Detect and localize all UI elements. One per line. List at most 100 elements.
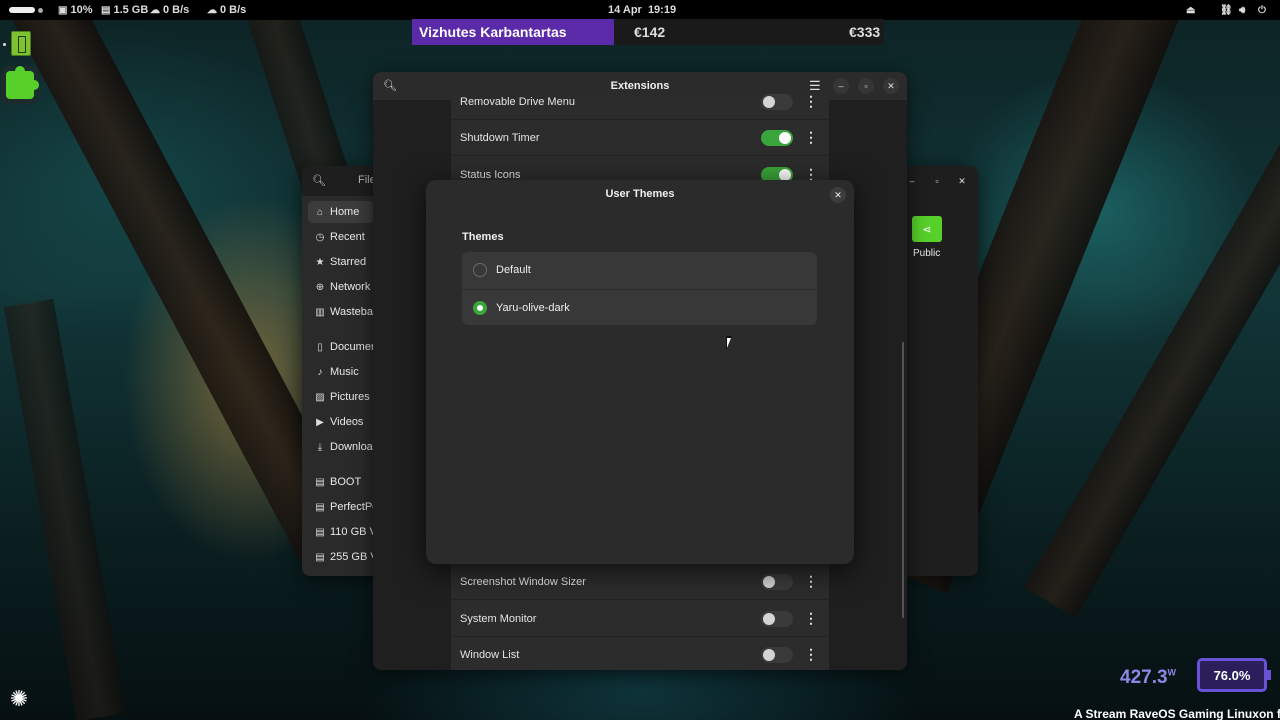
clock[interactable]: 14 Apr 19:19: [608, 0, 676, 20]
clock-icon: ◷: [315, 231, 325, 243]
extensions-app-icon[interactable]: [1, 66, 39, 104]
puzzle-icon: [6, 66, 39, 99]
download-cloud-icon: ☁: [150, 4, 160, 16]
extension-toggle[interactable]: [761, 647, 793, 663]
sidebar-item-label: Recent: [330, 231, 365, 243]
sidebar-item-downloads[interactable]: ⤓ Downloa: [308, 436, 374, 458]
minimize-button[interactable]: –: [833, 78, 849, 94]
sidebar-item-label: 255 GB V: [330, 551, 374, 563]
sidebar-item-music[interactable]: ♪ Music: [308, 361, 374, 383]
extensions-list-bottom: Screenshot Window Sizer ⋮ System Monitor…: [451, 564, 829, 670]
more-options-icon[interactable]: ⋮: [804, 130, 818, 146]
extension-toggle[interactable]: [761, 94, 793, 110]
sidebar-item-recent[interactable]: ◷ Recent: [308, 226, 374, 248]
theme-option-default[interactable]: Default: [462, 252, 817, 288]
dialog-title: User Themes: [605, 188, 675, 200]
cpu-value: 10%: [70, 4, 93, 16]
extension-toggle[interactable]: [761, 611, 793, 627]
download-icon: ⤓: [317, 441, 323, 453]
sidebar-item-documents[interactable]: ▯ Documer: [308, 336, 374, 358]
extension-name: Window List: [460, 648, 520, 661]
ticker-value-1: €142: [634, 24, 666, 40]
maximize-button[interactable]: ▫: [929, 173, 945, 189]
extension-row[interactable]: System Monitor ⋮: [451, 601, 829, 637]
cpu-indicator[interactable]: ▣ 10%: [58, 0, 92, 20]
sidebar-item-videos[interactable]: ▶ Videos: [308, 411, 374, 433]
sidebar-item-boot[interactable]: ▤ BOOT: [308, 471, 374, 493]
drive-icon: ▤: [315, 501, 325, 513]
public-folder-icon[interactable]: ⋖: [912, 216, 942, 242]
upload-value: 0 B/s: [220, 4, 247, 16]
workspace-dot: [38, 7, 43, 13]
user-themes-dialog: User Themes ✕ Themes Default Yaru-olive-…: [426, 180, 854, 564]
sidebar-item-label: Network: [330, 281, 371, 293]
upload-indicator[interactable]: ☁ 0 B/s: [207, 0, 246, 20]
power-draw: 427.3W: [1120, 667, 1176, 689]
public-folder-label[interactable]: Public: [913, 248, 940, 259]
stream-ticker: Vizhutes Karbantartas €142 €333: [412, 19, 884, 45]
power-icon[interactable]: ⏻: [1258, 0, 1266, 20]
extension-row[interactable]: Removable Drive Menu ⋮: [451, 84, 829, 120]
sidebar-item-110gb-volume[interactable]: ▤ 110 GB Vo: [308, 521, 374, 543]
ticker-value-2: €333: [849, 24, 881, 40]
more-options-icon[interactable]: ⋮: [804, 647, 818, 663]
music-icon: ♪: [317, 366, 323, 378]
sidebar-item-label: PerfectPe: [330, 501, 374, 513]
more-options-icon[interactable]: ⋮: [804, 574, 818, 590]
extension-row[interactable]: Shutdown Timer ⋮: [451, 120, 829, 156]
sidebar-item-label: Music: [330, 366, 359, 378]
search-icon[interactable]: 🔍︎: [312, 174, 326, 187]
extension-toggle[interactable]: [761, 574, 793, 590]
extension-name: System Monitor: [460, 612, 537, 625]
eject-icon[interactable]: ⏏: [1186, 0, 1195, 20]
extension-name: Status Icons: [460, 168, 521, 181]
extension-name: Removable Drive Menu: [460, 95, 575, 108]
radio-unchecked-icon[interactable]: [473, 263, 487, 277]
sidebar-item-network[interactable]: ⊕ Network: [308, 276, 374, 298]
download-indicator[interactable]: ☁ 0 B/s: [150, 0, 189, 20]
memory-icon: ▤: [101, 4, 111, 16]
memory-indicator[interactable]: ▤ 1.5 GB: [101, 0, 148, 20]
sidebar-item-label: Videos: [330, 416, 364, 428]
sidebar-item-255gb-volume[interactable]: ▤ 255 GB V: [308, 546, 374, 568]
sidebar-item-wastebasket[interactable]: ▥ Wastebas: [308, 301, 374, 323]
trash-icon: ▥: [315, 306, 325, 318]
document-icon: ▯: [317, 341, 323, 353]
sidebar-item-label: Documer: [330, 341, 374, 353]
volume-icon[interactable]: 🔊︎: [1239, 0, 1245, 20]
more-options-icon[interactable]: ⋮: [804, 611, 818, 627]
sidebar-item-home[interactable]: ⌂ Home: [308, 201, 374, 223]
spreadsheet-app-icon[interactable]: [11, 31, 31, 56]
sidebar-item-label: Starred: [330, 256, 367, 268]
theme-option-yaru-olive-dark[interactable]: Yaru-olive-dark: [462, 289, 817, 325]
network-icon: ⊕: [315, 281, 325, 293]
radio-checked-icon[interactable]: [473, 301, 487, 315]
sidebar-item-pictures[interactable]: ▨ Pictures: [308, 386, 374, 408]
close-icon[interactable]: ✕: [830, 187, 846, 203]
network-icon[interactable]: ⛓: [1220, 0, 1233, 20]
drive-icon: ▤: [315, 526, 325, 538]
extension-row[interactable]: Window List ⋮: [451, 637, 829, 670]
sidebar-item-perfectpe[interactable]: ▤ PerfectPe: [308, 496, 374, 518]
sidebar-item-label: 110 GB Vo: [330, 526, 374, 538]
battery-value: 76.0%: [1213, 667, 1251, 683]
extension-name: Shutdown Timer: [460, 131, 540, 144]
stream-marquee: A Stream RaveOS Gaming Linuxon fut: [1074, 707, 1280, 720]
maximize-button[interactable]: ▫: [858, 78, 874, 94]
close-button[interactable]: ✕: [883, 78, 899, 94]
theme-list: Default Yaru-olive-dark: [462, 252, 817, 325]
extension-toggle[interactable]: [761, 130, 793, 146]
battery-tip: [1267, 670, 1271, 680]
close-button[interactable]: ✕: [954, 173, 970, 189]
extension-name: Screenshot Window Sizer: [460, 575, 586, 588]
mouse-cursor-fill: [727, 338, 735, 348]
battery-indicator: 76.0%: [1197, 658, 1267, 692]
cpu-icon: ▣: [58, 4, 68, 16]
upload-cloud-icon: ☁: [207, 4, 217, 16]
sidebar-item-starred[interactable]: ★ Starred: [308, 251, 374, 273]
files-sidebar: ⌂ Home ◷ Recent ★ Starred ⊕ Network ▥ Wa…: [302, 196, 376, 576]
scrollbar[interactable]: [902, 342, 904, 618]
more-options-icon[interactable]: ⋮: [804, 94, 818, 110]
extension-row[interactable]: Screenshot Window Sizer ⋮: [451, 564, 829, 600]
activities-button[interactable]: [9, 0, 43, 20]
